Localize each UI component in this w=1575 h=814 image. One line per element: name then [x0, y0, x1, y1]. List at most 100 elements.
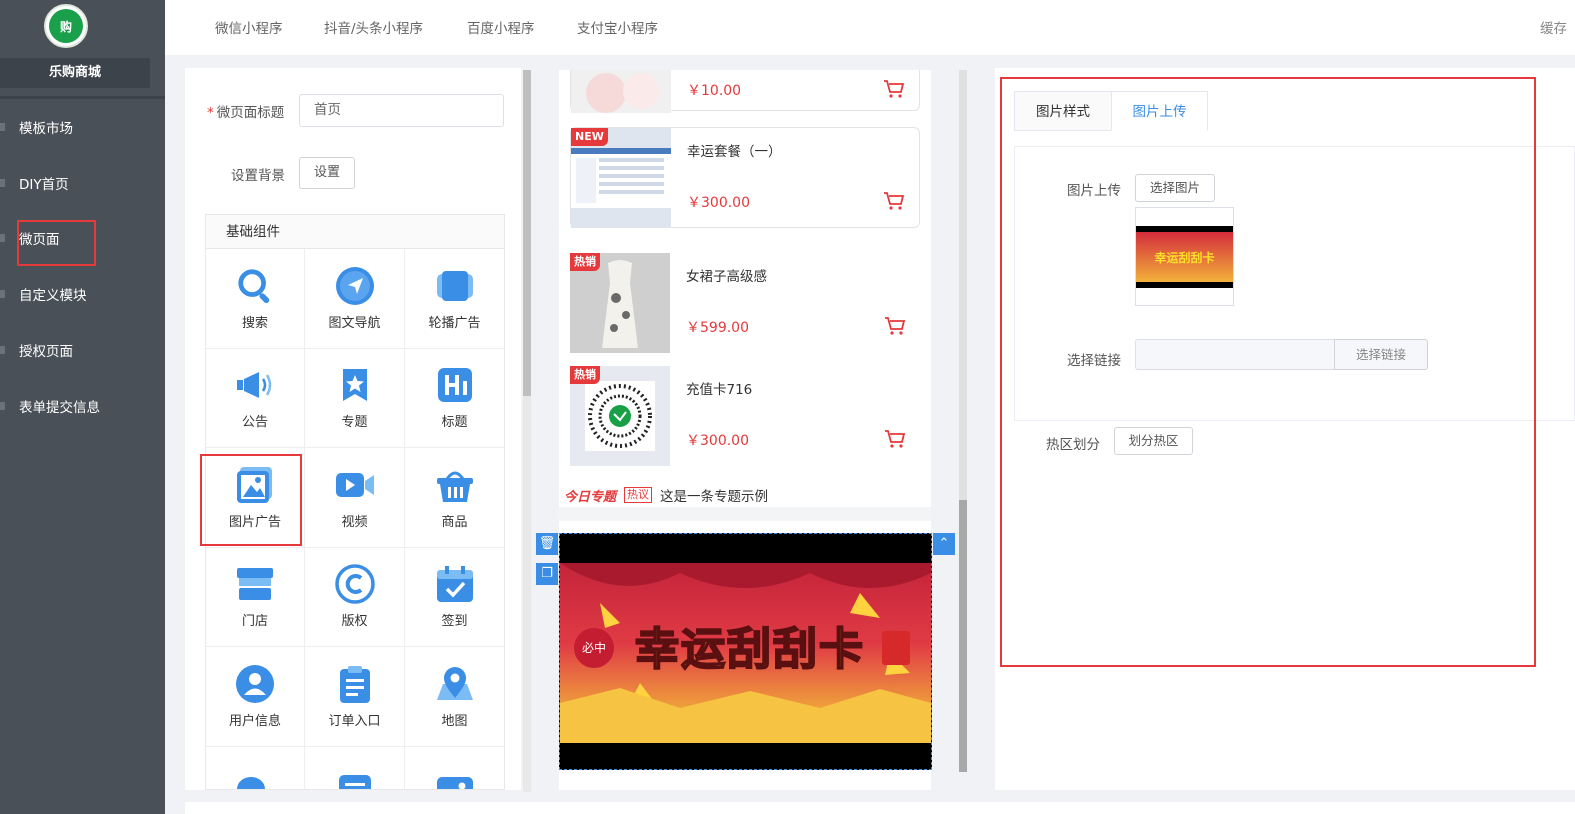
component-map[interactable]: 地图: [405, 647, 504, 747]
store-icon: [235, 564, 275, 604]
highlight-box: [17, 220, 96, 266]
picture-icon: [435, 773, 475, 789]
highlight-box: [1000, 77, 1536, 667]
image-ad-preview[interactable]: 幸运刮刮卡 必中: [559, 533, 932, 770]
product-image: 热销: [570, 366, 670, 466]
map-pin-icon: [435, 664, 475, 704]
product-card[interactable]: NEW 幸运套餐（一） ￥300.00: [570, 127, 920, 228]
bullet-icon: [0, 179, 5, 187]
component-user-info[interactable]: 用户信息: [206, 647, 305, 747]
product-price: ￥10.00: [687, 83, 742, 99]
background-label: 设置背景: [231, 168, 285, 184]
product-price: ￥300.00: [687, 195, 750, 211]
sidebar-item-auth-page[interactable]: 授权页面: [0, 330, 165, 370]
product-badge: 热销: [570, 253, 600, 271]
shop-logo-text: 购: [49, 9, 83, 43]
product-name: 充值卡716: [686, 382, 753, 398]
ad-image: 幸运刮刮卡 必中: [560, 563, 931, 743]
product-card[interactable]: 热销 充值卡716 ￥300.00: [570, 366, 920, 466]
cart-icon[interactable]: [884, 316, 906, 336]
heading-icon: [435, 365, 475, 405]
component-label: 门店: [241, 614, 268, 630]
component-label: 轮播广告: [428, 315, 481, 331]
page-title-input[interactable]: 首页: [299, 94, 504, 127]
search-icon: [235, 266, 275, 306]
video-icon: [335, 465, 375, 505]
tab-wechat[interactable]: 微信小程序: [215, 17, 283, 37]
component-goods[interactable]: 商品: [405, 448, 504, 548]
component-panel: *微页面标题 首页 设置背景 设置 基础组件 搜索 图文导航 轮播广告 公告: [185, 68, 521, 790]
basket-icon: [435, 465, 475, 505]
component-video[interactable]: 视频: [305, 448, 405, 548]
component-heading[interactable]: 标题: [405, 349, 504, 448]
preview-scrollbar[interactable]: [959, 70, 967, 772]
component-copyright[interactable]: 版权: [305, 547, 405, 647]
component-scrollbar[interactable]: [523, 70, 531, 792]
topic-notice[interactable]: 今日专题 热议 这是一条专题示例: [564, 484, 768, 506]
product-card[interactable]: 热销 女裙子高级感 ￥599.00: [570, 253, 920, 353]
component-label: 公告: [241, 415, 268, 431]
shop-name: 乐购商城: [0, 58, 150, 88]
highlight-box: [200, 454, 302, 546]
ad-title: 幸运刮刮卡: [634, 623, 865, 676]
delete-icon[interactable]: 🗑: [536, 533, 558, 555]
component-label: 视频: [341, 514, 368, 530]
component-gallery[interactable]: [405, 747, 504, 789]
top-tab-bar: 微信小程序 抖音/头条小程序 百度小程序 支付宝小程序 缓存: [165, 0, 1575, 55]
required-mark: *: [207, 105, 214, 121]
sidebar-item-form-submissions[interactable]: 表单提交信息: [0, 386, 165, 426]
scrollbar-thumb[interactable]: [523, 70, 531, 396]
sidebar-item-diy-home[interactable]: DIY首页: [0, 163, 165, 203]
clipboard-icon: [335, 664, 375, 704]
sidebar-item-template-market[interactable]: 模板市场: [0, 107, 165, 147]
bullet-icon: [0, 402, 5, 410]
sidebar-item-label: 授权页面: [19, 344, 73, 360]
chevron-up-icon[interactable]: ⌃: [933, 533, 955, 555]
component-label: 订单入口: [328, 713, 381, 729]
copy-icon[interactable]: ❐: [536, 563, 558, 585]
copyright-icon: [334, 564, 375, 604]
component-label: 专题: [341, 415, 368, 431]
cart-icon[interactable]: [883, 79, 905, 99]
sidebar-divider: [0, 96, 165, 99]
page-title-label: * 微页面标题: [207, 101, 284, 121]
cart-icon[interactable]: [884, 429, 906, 449]
cache-button[interactable]: 缓存: [1540, 17, 1567, 37]
component-label: 签到: [441, 614, 468, 630]
component-notice[interactable]: 公告: [206, 348, 305, 448]
component-topic[interactable]: 专题: [305, 348, 405, 448]
tab-baidu[interactable]: 百度小程序: [467, 17, 535, 37]
component-store[interactable]: 门店: [206, 547, 305, 647]
scrollbar-thumb[interactable]: [959, 500, 967, 772]
product-price: ￥599.00: [686, 320, 749, 336]
bullet-icon: [0, 290, 5, 298]
sidebar-item-custom-module[interactable]: 自定义模块: [0, 274, 165, 314]
bullet-icon: [0, 234, 5, 242]
tab-douyin[interactable]: 抖音/头条小程序: [324, 17, 423, 37]
product-name: 女裙子高级感: [686, 269, 767, 285]
component-nav[interactable]: 图文导航: [305, 249, 405, 349]
navigation-icon: [335, 266, 375, 306]
product-card[interactable]: ￥10.00: [570, 70, 920, 113]
ad-badge: 必中: [582, 641, 607, 655]
sidebar-item-label: 自定义模块: [19, 288, 87, 304]
tab-alipay[interactable]: 支付宝小程序: [577, 17, 658, 37]
component-label: 搜索: [241, 315, 268, 331]
product-name: 幸运套餐（一）: [687, 144, 782, 160]
set-background-button[interactable]: 设置: [299, 157, 355, 189]
product-badge: 热销: [570, 366, 600, 384]
component-chat[interactable]: [206, 746, 305, 789]
product-image: NEW: [571, 128, 671, 228]
component-search[interactable]: 搜索: [206, 249, 305, 349]
topic-text: 这是一条专题示例: [660, 489, 769, 505]
component-carousel[interactable]: 轮播广告: [405, 249, 504, 349]
divider: [559, 507, 931, 521]
component-order-entry[interactable]: 订单入口: [305, 647, 405, 747]
component-label: 用户信息: [228, 713, 281, 729]
cart-icon[interactable]: [883, 191, 905, 211]
component-article[interactable]: [305, 746, 405, 789]
sidebar: 购 乐购商城 模板市场 DIY首页 微页面 自定义模块 授权页面 表单提交信息: [0, 0, 165, 814]
component-checkin[interactable]: 签到: [405, 548, 504, 647]
component-label: 地图: [441, 713, 468, 729]
megaphone-icon: [235, 365, 275, 405]
